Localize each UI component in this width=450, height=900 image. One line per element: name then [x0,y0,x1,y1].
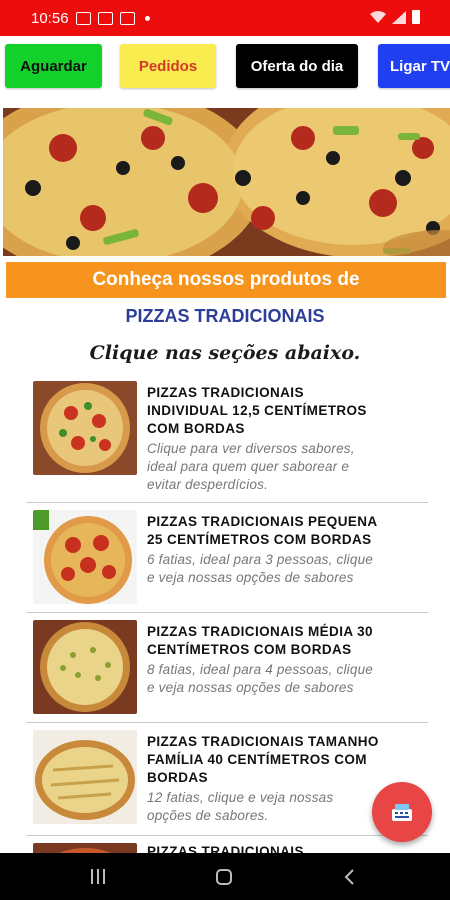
product-item-familia[interactable]: PIZZAS TRADICIONAIS TAMANHO FAMÍLIA 40 C… [26,723,428,836]
product-description-line: Clique para ver diversos sabores, [147,441,355,456]
aguardar-button[interactable]: Aguardar [5,44,102,88]
product-title-line: PIZZAS TRADICIONAIS MÉDIA 30 [147,624,373,639]
notification-icon [75,11,91,25]
recent-apps-icon[interactable] [90,869,106,884]
pizza-thumbnail [33,620,137,714]
product-description-line: e veja nossas opções de sabores [147,680,354,695]
product-item-media[interactable]: PIZZAS TRADICIONAIS MÉDIA 30 CENTÍMETROS… [26,613,428,723]
product-title-line: PIZZAS TRADICIONAIS TAMANHO [147,734,379,749]
category-title: PIZZAS TRADICIONAIS [125,306,325,326]
product-description-line: ideal para quem quer saborear e [147,459,350,474]
product-title-line: CENTÍMETROS COM BORDAS [147,642,352,657]
pizza-thumbnail [33,730,137,824]
product-title-line: FAMÍLIA 40 CENTÍMETROS COM [147,752,367,767]
product-title-line: PIZZAS TRADICIONAIS PEQUENA [147,514,378,529]
pedidos-button[interactable]: Pedidos [120,44,216,88]
product-title-line: COM BORDAS [147,421,245,436]
product-description-line: 6 fatias, ideal para 3 pessoas, clique [147,552,373,567]
home-icon[interactable] [216,869,232,885]
product-item-individual[interactable]: PIZZAS TRADICIONAIS INDIVIDUAL 12,5 CENT… [26,374,428,503]
status-bar: 10:56 [0,0,450,36]
signal-icon [392,10,406,24]
message-icon [119,11,135,25]
cash-register-icon [392,804,412,821]
product-title-line: 25 CENTÍMETROS COM BORDAS [147,532,372,547]
product-description-line: 8 fatias, ideal para 4 pessoas, clique [147,662,373,677]
battery-icon [412,10,420,24]
product-title-line: INDIVIDUAL 12,5 CENTÍMETROS [147,403,367,418]
ligar-tv-button[interactable]: Ligar TV [378,44,450,88]
wifi-icon [370,10,386,23]
section-hint: Clique nas seções abaixo. [89,342,361,364]
oferta-do-dia-button[interactable]: Oferta do dia [236,44,358,88]
pizza-thumbnail [33,381,137,475]
back-icon[interactable] [343,869,355,885]
pizza-thumbnail [33,510,137,604]
top-button-bar: Aguardar Pedidos Oferta do dia Ligar TV [0,36,450,106]
intro-banner: Conheça nossos produtos de [6,262,446,298]
status-time: 10:56 [31,9,69,27]
system-nav-bar [0,853,450,900]
dot-icon [144,15,150,21]
cart-fab-button[interactable] [372,782,432,842]
screenshot-icon [97,11,113,25]
product-description-line: evitar desperdícios. [147,477,269,492]
product-description-line: e veja nossas opções de sabores [147,570,354,585]
pizza-banner-image [3,108,450,256]
product-title-line: PIZZAS TRADICIONAIS [147,385,304,400]
product-item-pequena[interactable]: PIZZAS TRADICIONAIS PEQUENA 25 CENTÍMETR… [26,503,428,613]
product-title-line: BORDAS [147,770,208,785]
